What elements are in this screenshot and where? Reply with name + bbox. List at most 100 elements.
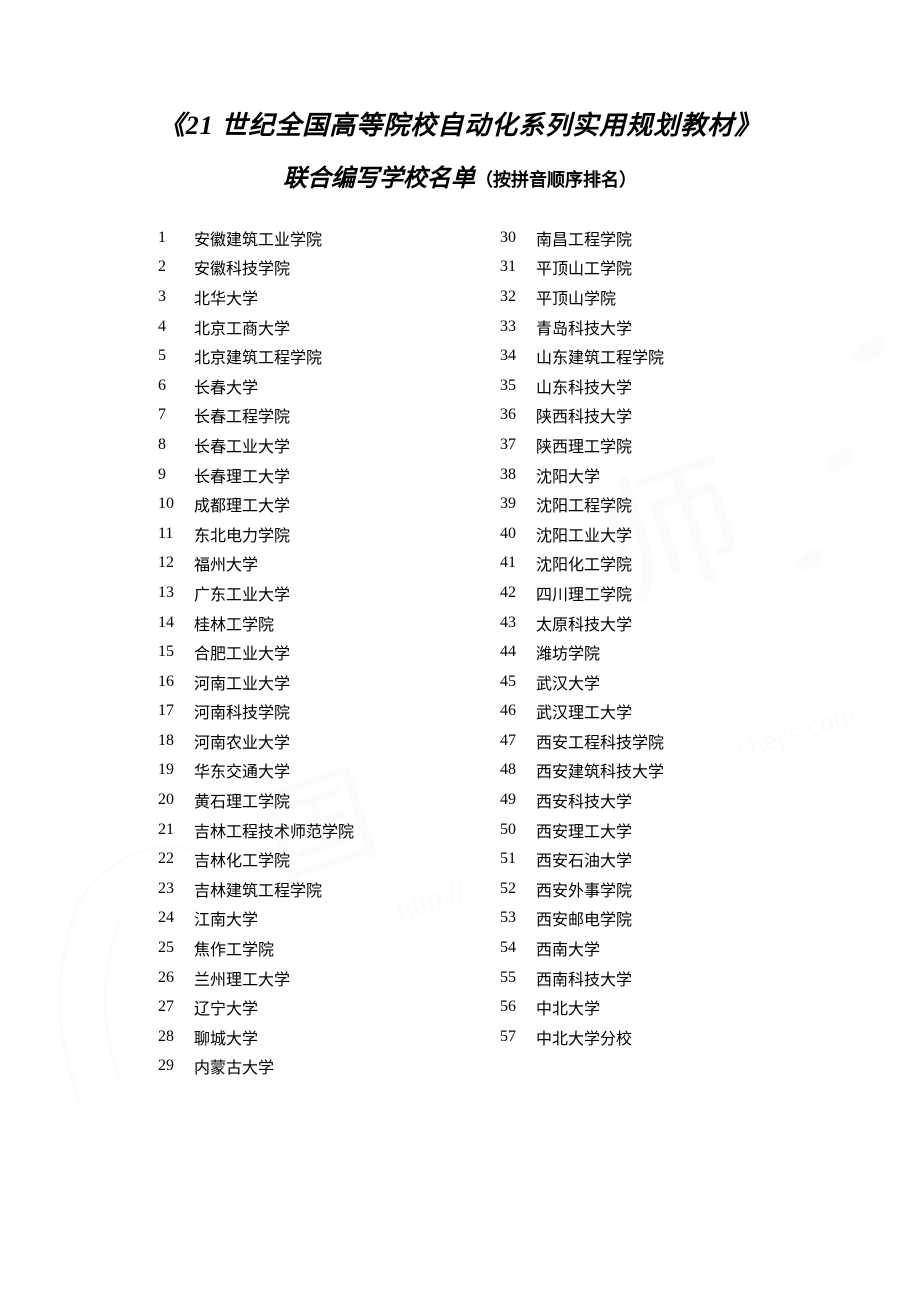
item-number: 38 [500,466,536,484]
list-item: 55西南科技大学 [500,963,664,993]
item-name: 北华大学 [194,285,500,309]
list-item: 39沈阳工程学院 [500,489,664,519]
list-item: 11东北电力学院 [158,519,500,549]
list-item: 4北京工商大学 [158,312,500,342]
item-number: 9 [158,466,194,484]
list-item: 12福州大学 [158,549,500,579]
item-number: 33 [500,318,536,336]
list-item: 54西南大学 [500,933,664,963]
list-item: 40沈阳工业大学 [500,519,664,549]
list-item: 37陕西理工学院 [500,430,664,460]
item-number: 8 [158,436,194,454]
title-sub-text: 联合编写学校名单 [283,166,475,192]
list-item: 38沈阳大学 [500,460,664,490]
item-name: 陕西科技大学 [536,403,664,427]
item-name: 山东建筑工程学院 [536,344,664,368]
item-number: 5 [158,347,194,365]
item-name: 内蒙古大学 [194,1054,500,1078]
list-item: 51西安石油大学 [500,844,664,874]
item-number: 14 [158,614,194,632]
item-name: 兰州理工大学 [194,966,500,990]
item-number: 55 [500,969,536,987]
item-name: 长春工业大学 [194,433,500,457]
list-item: 3北华大学 [158,282,500,312]
item-name: 西安邮电学院 [536,906,664,930]
item-number: 11 [158,525,194,543]
item-number: 29 [158,1057,194,1075]
item-name: 合肥工业大学 [194,640,500,664]
item-number: 15 [158,643,194,661]
item-name: 西安科技大学 [536,788,664,812]
item-name: 福州大学 [194,551,500,575]
item-name: 河南科技学院 [194,699,500,723]
list-item: 52西安外事学院 [500,874,664,904]
item-number: 26 [158,969,194,987]
list-item: 46武汉理工大学 [500,697,664,727]
list-item: 21吉林工程技术师范学院 [158,815,500,845]
item-name: 河南农业大学 [194,729,500,753]
title-note: （按拼音顺序排名） [475,170,637,190]
list-item: 17河南科技学院 [158,697,500,727]
item-number: 37 [500,436,536,454]
list-item: 18河南农业大学 [158,726,500,756]
item-number: 57 [500,1028,536,1046]
item-name: 四川理工学院 [536,581,664,605]
item-number: 3 [158,288,194,306]
item-name: 西安外事学院 [536,877,664,901]
item-name: 沈阳工程学院 [536,492,664,516]
item-name: 沈阳工业大学 [536,522,664,546]
item-name: 河南工业大学 [194,670,500,694]
item-name: 长春理工大学 [194,463,500,487]
list-item: 19华东交通大学 [158,756,500,786]
item-name: 安徽科技学院 [194,255,500,279]
list-item: 47西安工程科技学院 [500,726,664,756]
item-number: 42 [500,584,536,602]
item-name: 江南大学 [194,906,500,930]
item-name: 沈阳大学 [536,463,664,487]
item-name: 西安工程科技学院 [536,729,664,753]
list-item: 36陕西科技大学 [500,401,664,431]
item-number: 13 [158,584,194,602]
item-name: 安徽建筑工业学院 [194,226,500,250]
item-number: 16 [158,673,194,691]
item-name: 成都理工大学 [194,492,500,516]
item-number: 31 [500,258,536,276]
item-number: 53 [500,909,536,927]
item-name: 太原科技大学 [536,611,664,635]
item-name: 桂林工学院 [194,611,500,635]
list-item: 43太原科技大学 [500,608,664,638]
item-name: 南昌工程学院 [536,226,664,250]
list-item: 49西安科技大学 [500,785,664,815]
item-number: 7 [158,406,194,424]
item-name: 武汉理工大学 [536,699,664,723]
item-name: 黄石理工学院 [194,788,500,812]
list-item: 5北京建筑工程学院 [158,341,500,371]
list-item: 16河南工业大学 [158,667,500,697]
item-name: 中北大学分校 [536,1025,664,1049]
item-name: 吉林化工学院 [194,847,500,871]
item-name: 长春工程学院 [194,403,500,427]
item-number: 23 [158,880,194,898]
item-name: 焦作工学院 [194,936,500,960]
item-number: 22 [158,850,194,868]
list-item: 42四川理工学院 [500,578,664,608]
list-item: 14桂林工学院 [158,608,500,638]
item-number: 12 [158,554,194,572]
list-item: 27辽宁大学 [158,992,500,1022]
document-content: 《21 世纪全国高等院校自动化系列实用规划教材》 联合编写学校名单（按拼音顺序排… [0,0,920,1081]
list-item: 26兰州理工大学 [158,963,500,993]
item-name: 平顶山工学院 [536,255,664,279]
list-item: 6长春大学 [158,371,500,401]
item-number: 10 [158,495,194,513]
list-item: 15合肥工业大学 [158,637,500,667]
list-item: 32平顶山学院 [500,282,664,312]
list-item: 13广东工业大学 [158,578,500,608]
list-item: 45武汉大学 [500,667,664,697]
item-number: 56 [500,998,536,1016]
item-name: 北京建筑工程学院 [194,344,500,368]
list-item: 8长春工业大学 [158,430,500,460]
list-item: 35山东科技大学 [500,371,664,401]
list-item: 22吉林化工学院 [158,844,500,874]
item-number: 34 [500,347,536,365]
item-name: 西安理工大学 [536,818,664,842]
